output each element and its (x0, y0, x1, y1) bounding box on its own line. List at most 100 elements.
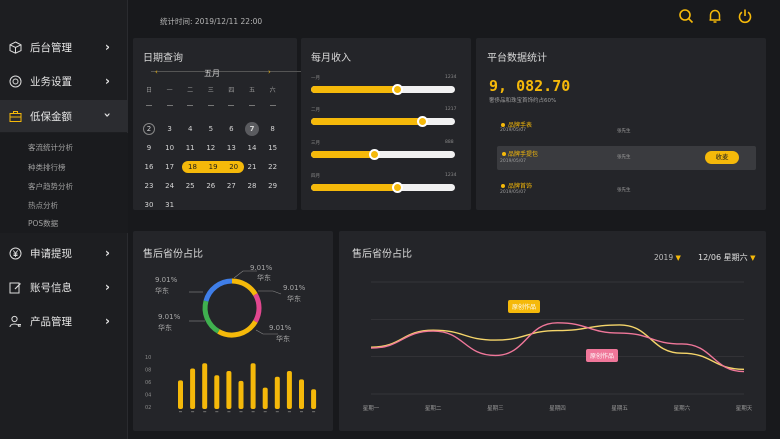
donut-label-pct: 9.01% (155, 276, 178, 284)
submenu-item[interactable]: 客流统计分析 (28, 142, 73, 153)
calendar-day[interactable]: 12 (203, 142, 219, 154)
cube-icon (9, 40, 22, 54)
sidebar-item-backend[interactable]: 后台管理 › (0, 32, 128, 62)
bell-icon[interactable] (707, 8, 723, 24)
calendar-day[interactable]: 10 (162, 142, 178, 154)
calendar-day[interactable]: 24 (162, 180, 178, 192)
submenu-item[interactable]: POS数据 (28, 218, 58, 229)
calendar-day[interactable]: 4 (182, 123, 198, 135)
x-axis-label: 星期一 (363, 405, 380, 412)
bar-tick (191, 411, 195, 413)
sidebar-item-label: 后台管理 (30, 41, 72, 54)
calendar-day[interactable]: 14 (244, 142, 260, 154)
sidebar-item-account[interactable]: 账号信息 › (0, 272, 128, 302)
briefcase-icon (9, 110, 22, 123)
item-person: 张先生 (617, 188, 631, 193)
date-select[interactable]: 12/06 星期六 ▼ (698, 252, 756, 263)
calendar-day[interactable]: 17 (162, 161, 178, 173)
bar (311, 389, 317, 409)
calendar-day[interactable]: 2 (143, 123, 155, 135)
x-axis-label: 星期四 (549, 405, 566, 412)
income-slider[interactable] (311, 84, 455, 95)
x-axis-label: 星期二 (425, 405, 442, 412)
prev-month-icon[interactable]: ‹ (155, 68, 158, 76)
year-select[interactable]: 2019 ▼ (654, 253, 681, 262)
bar-axis-label: 08 (145, 368, 151, 374)
calendar-day[interactable]: 11 (182, 142, 198, 154)
donut-slice (202, 300, 220, 334)
bar-tick (203, 411, 207, 413)
calendar-day[interactable]: 5 (203, 123, 219, 135)
calendar-day[interactable]: 30 (141, 199, 157, 211)
weekday-label: 五 (248, 87, 255, 94)
weekday-label: 四 (228, 87, 235, 94)
slider-max-label: 1234 (445, 75, 457, 80)
calendar-day[interactable]: 9 (141, 142, 157, 154)
bar-axis-label: 02 (145, 405, 151, 411)
annotation-tag: 原创作品 (508, 300, 541, 313)
slider-handle[interactable] (416, 116, 428, 127)
sidebar-item-allowance[interactable]: 低保金额 › (0, 100, 128, 132)
weekday-label: 一 (166, 87, 173, 94)
calendar-day[interactable]: 8 (265, 123, 281, 135)
day-placeholder (249, 105, 255, 106)
calendar-day[interactable]: 23 (141, 180, 157, 192)
bar (250, 363, 256, 409)
income-slider[interactable] (311, 182, 455, 193)
income-slider[interactable] (311, 116, 455, 127)
year-value: 2019 (654, 253, 674, 262)
item-name: 品牌首饰 (508, 183, 533, 190)
collect-button[interactable]: 收麦 (705, 151, 739, 164)
donut-label-pct: 9.01% (269, 324, 292, 332)
calendar-day[interactable]: 13 (223, 142, 239, 154)
calendar-day[interactable]: 6 (223, 123, 239, 135)
submenu-item[interactable]: 热点分析 (28, 200, 58, 211)
bar-tick (300, 411, 303, 413)
bullet-dot (501, 184, 505, 188)
income-slider[interactable] (311, 149, 455, 160)
slider-min-label: 三月 (311, 141, 320, 146)
sidebar-item-products[interactable]: 产品管理 › (0, 306, 128, 336)
calendar-day[interactable]: 26 (203, 180, 219, 192)
calendar-day[interactable]: 31 (162, 199, 178, 211)
calendar-day[interactable]: 28 (244, 180, 260, 192)
donut-label-name: 华东 (257, 274, 271, 282)
calendar-day[interactable]: 18 (182, 161, 203, 173)
line-chart: 星期一 星期二 星期三 星期四 星期五 星期六 星期天 (363, 281, 753, 412)
weekday-label: 日 (145, 87, 152, 94)
calendar-day[interactable]: 3 (162, 123, 178, 135)
calendar-day[interactable]: 25 (182, 180, 198, 192)
bar-axis-label: 06 (145, 380, 151, 386)
calendar-day[interactable]: 22 (265, 161, 281, 173)
panel-title: 每月收入 (311, 53, 351, 64)
bar-tick (239, 411, 243, 413)
dropdown-icon: ▼ (750, 254, 756, 262)
power-icon[interactable] (737, 8, 753, 24)
sidebar-item-withdraw[interactable]: 申请提现 › (0, 238, 128, 268)
sidebar-item-business[interactable]: 业务设置 › (0, 66, 128, 96)
donut-chart (189, 270, 282, 338)
date-value: 12/06 星期六 (698, 253, 748, 262)
bullet-dot (501, 123, 505, 127)
calendar-day[interactable]: 29 (265, 180, 281, 192)
calendar-day[interactable]: 21 (244, 161, 260, 173)
search-icon[interactable] (678, 8, 694, 24)
item-name: 品牌手提包 (508, 151, 539, 158)
yen-icon (9, 247, 22, 260)
calendar-day[interactable]: 7 (245, 122, 259, 136)
calendar-day[interactable]: 15 (265, 142, 281, 154)
calendar-day[interactable]: 27 (223, 180, 239, 192)
divider (151, 71, 301, 72)
calendar-day[interactable]: 20 (223, 161, 244, 173)
bar-tick (287, 411, 291, 413)
submenu-item[interactable]: 客户趋势分析 (28, 181, 73, 192)
next-month-icon[interactable]: › (268, 68, 271, 76)
bar (238, 380, 244, 409)
bar (262, 387, 268, 409)
stat-time: 统计时间: 2019/12/11 22:00 (160, 17, 263, 26)
donut-slice (231, 278, 258, 296)
calendar-day[interactable]: 16 (141, 161, 157, 173)
submenu-item[interactable]: 种类排行榜 (28, 162, 66, 173)
user-icon (9, 315, 22, 328)
calendar-day[interactable]: 19 (202, 161, 224, 173)
